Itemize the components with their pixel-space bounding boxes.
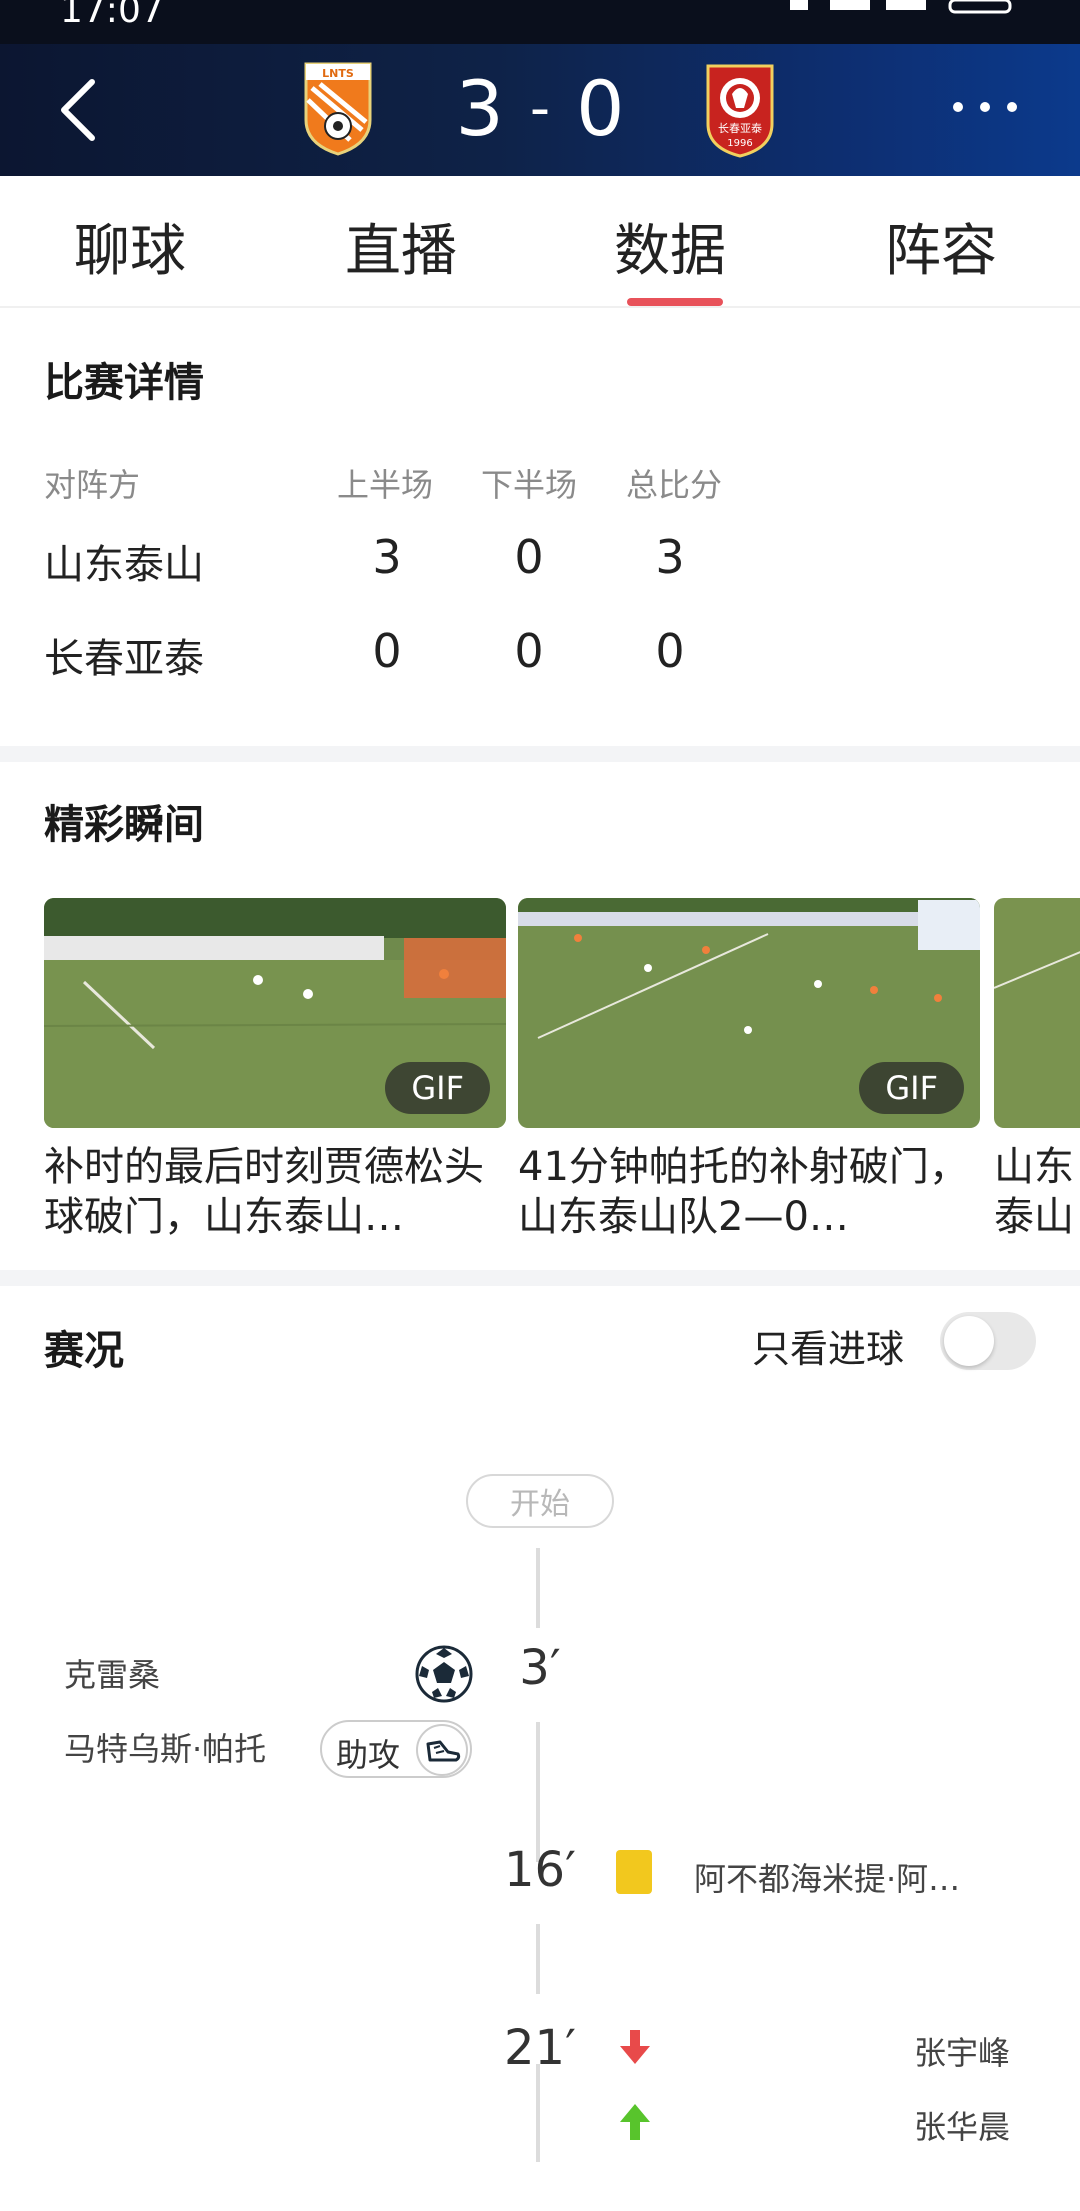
tab-bar: 聊球 直播 数据 阵容 [0,176,1080,308]
svg-text:LNTS: LNTS [322,67,354,80]
header-second-half: 下半场 [481,466,578,504]
highlight-thumbnail[interactable]: GIF [44,898,506,1128]
match-details-title: 比赛详情 [44,360,204,406]
event-minute: 21′ [504,2020,576,2076]
highlight-caption[interactable]: 补时的最后时刻贾德松头球破门，山东泰山… [44,1142,506,1242]
goals-only-toggle[interactable] [940,1312,1036,1370]
tab-data[interactable]: 数据 [614,206,726,287]
back-arrow-icon[interactable] [52,74,112,146]
gif-badge: GIF [385,1062,490,1114]
assist-label: 助攻 [336,1736,401,1774]
event-minute: 3′ [519,1640,561,1696]
booked-player[interactable]: 阿不都海米提·阿… [694,1854,960,1900]
highlight-card[interactable]: GIF 补时的最后时刻贾德松头球破门，山东泰山… [44,898,506,1242]
player-in[interactable]: 张华晨 [914,2102,1010,2148]
soccer-ball-icon [415,1645,473,1703]
highlight-card[interactable]: 山东泰山钟就 [994,898,1080,1242]
match-header: LNTS 3 - 0 长春亚泰 1996 [0,44,1080,176]
goals-only-label: 只看进球 [752,1327,905,1371]
header-total: 总比分 [626,466,723,504]
home-score: 3 [455,63,504,153]
active-tab-indicator [627,298,723,306]
away-score: 0 [576,63,625,153]
score-separator: - [529,75,551,141]
away-total: 0 [655,624,685,678]
gif-badge: GIF [859,1062,964,1114]
sub-in-arrow-icon [620,2104,650,2140]
boot-icon [416,1724,468,1776]
away-second-half: 0 [514,624,544,678]
svg-text:长春亚泰: 长春亚泰 [718,121,762,135]
system-nav-bar [0,2190,1080,2211]
timeline-line [536,1722,540,1862]
yellow-card-icon [616,1850,652,1894]
highlight-thumbnail[interactable] [994,898,1080,1128]
section-divider [0,746,1080,762]
assist-badge: 助攻 [320,1720,472,1778]
more-options-icon[interactable] [950,92,1020,122]
away-team-name: 长春亚泰 [44,636,204,682]
home-second-half: 0 [514,530,544,584]
highlight-caption[interactable]: 41分钟帕托的补射破门，山东泰山队2—0… [518,1142,980,1242]
highlight-caption[interactable]: 山东泰山钟就 [994,1142,1080,1242]
timeline-line [536,1548,540,1628]
assist-player[interactable]: 马特乌斯·帕托 [64,1724,266,1770]
player-out[interactable]: 张宇峰 [914,2028,1010,2074]
svg-text:1996: 1996 [727,138,752,149]
tab-chat[interactable]: 聊球 [74,206,186,287]
event-minute: 16′ [504,1842,576,1898]
goal-scorer[interactable]: 克雷桑 [64,1650,160,1696]
tab-lineup[interactable]: 阵容 [885,206,997,287]
status-time: 17:07 [60,0,164,31]
home-team-name: 山东泰山 [44,542,204,588]
scoreboard: 3 - 0 [420,60,660,156]
highlight-card[interactable]: GIF 41分钟帕托的补射破门，山东泰山队2—0… [518,898,980,1242]
highlights-title: 精彩瞬间 [44,802,204,848]
live-events-title: 赛况 [44,1328,124,1374]
tab-live[interactable]: 直播 [345,206,457,287]
header-team: 对阵方 [44,466,141,504]
header-first-half: 上半场 [337,466,434,504]
timeline-line [536,2064,540,2162]
signal-battery-icon [790,0,1012,14]
home-team-logo[interactable]: LNTS [302,60,374,156]
section-divider [0,1270,1080,1286]
status-bar: 17:07 [0,0,1080,44]
away-first-half: 0 [372,624,402,678]
home-total: 3 [655,530,685,584]
timeline-line [536,1924,540,1994]
match-start-marker: 开始 [466,1474,614,1528]
status-icons [790,0,1020,37]
toggle-knob [944,1316,994,1366]
home-first-half: 3 [372,530,402,584]
away-team-logo[interactable]: 长春亚泰 1996 [704,62,776,158]
video-thumbnail-image [994,898,1080,1128]
highlight-thumbnail[interactable]: GIF [518,898,980,1128]
sub-out-arrow-icon [620,2030,650,2064]
